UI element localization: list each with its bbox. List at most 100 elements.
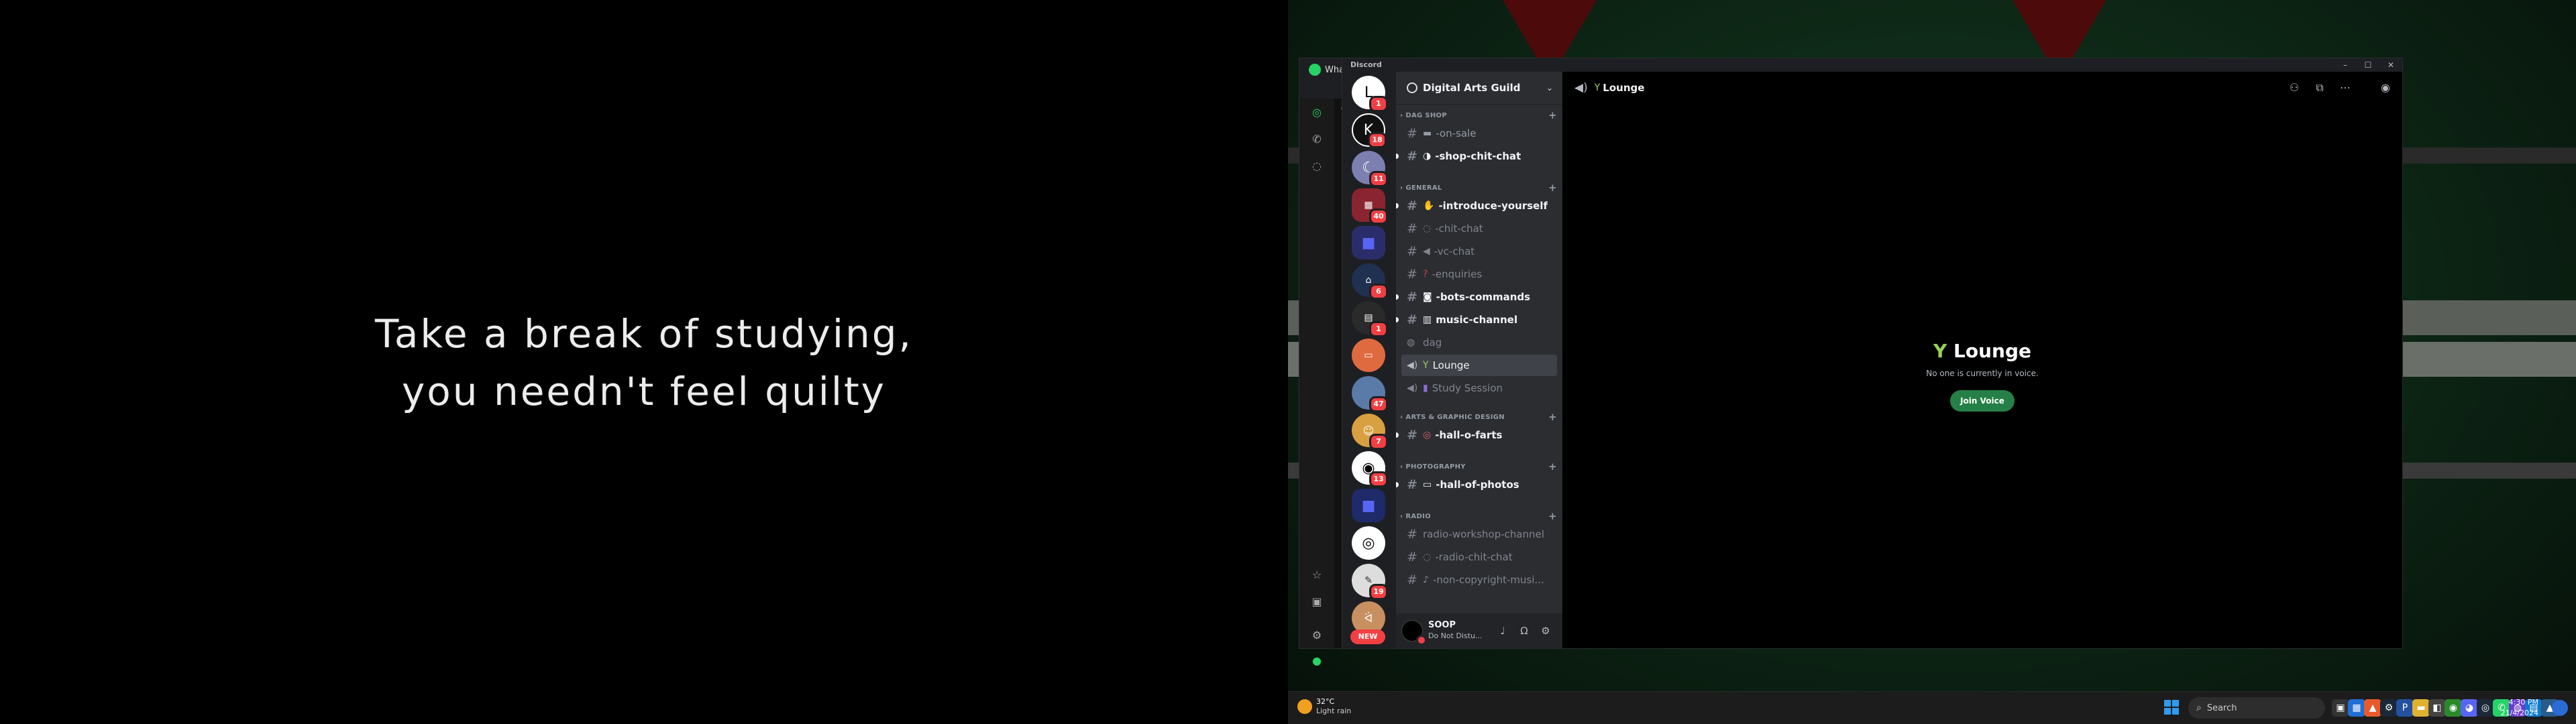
channel-music-channel[interactable]: # ▥ music-channel <box>1396 309 1557 330</box>
add-channel-icon[interactable]: + <box>1548 461 1557 473</box>
channel-label: -enquiries <box>1432 268 1483 280</box>
popout-icon[interactable]: ⧉ <box>2312 80 2327 95</box>
chat-icon[interactable]: ◉ <box>2378 80 2393 95</box>
date: 21/4/2024 <box>2500 709 2538 717</box>
channel-radio-workshop[interactable]: # radio-workshop-channel <box>1401 524 1557 545</box>
chevron-down-icon[interactable]: ⌄ <box>1546 83 1553 93</box>
server-icon[interactable]: K 18 <box>1352 113 1387 148</box>
add-channel-icon[interactable]: + <box>1548 182 1557 194</box>
channel-introduce-yourself[interactable]: # ✋ -introduce-yourself <box>1396 195 1557 217</box>
quote-line-2: you needn't feel quilty <box>401 369 887 414</box>
channel-dag[interactable]: ◍ dag <box>1401 332 1557 353</box>
channel-on-sale[interactable]: # ▬ -on-sale <box>1401 123 1557 144</box>
invite-user-icon[interactable]: ⚇ <box>2287 80 2302 95</box>
taskbar: 32°C Light rain ⌕ Search ▣ ▦ ▲ ⚙ P ▬ ◧ ◉… <box>1288 691 2576 724</box>
server-folder-icon[interactable]: ▦ 40 <box>1352 188 1388 225</box>
server-badge: 47 <box>1369 396 1388 412</box>
app-icon[interactable]: ◧ <box>2428 699 2446 717</box>
category-radio[interactable]: › RADIO + <box>1400 510 1557 522</box>
right-monitor-desktop: WhatsApp ◎ ✆ ◌ ☆ ▣ ⚙ ● C Discord <box>1288 0 2576 724</box>
server-badge: 19 <box>1369 584 1388 600</box>
channel-non-copyright-music[interactable]: # ♪ -non-copyright-musi... <box>1401 569 1557 591</box>
unread-indicator <box>1396 203 1399 208</box>
discord-icon[interactable]: ◕ <box>2461 699 2478 717</box>
speech-emoji-icon: ◌ <box>1423 552 1432 562</box>
chrome-icon[interactable]: ◉ <box>2445 699 2462 717</box>
channel-label: -on-sale <box>1436 127 1477 139</box>
starred-icon[interactable]: ☆ <box>1309 568 1324 583</box>
settings-gear-icon[interactable]: ⚙ <box>1538 623 1553 638</box>
join-voice-button[interactable]: Join Voice <box>1950 390 2015 412</box>
server-folder-icon[interactable]: ■ <box>1352 489 1385 522</box>
category-dag-shop[interactable]: › DAG SHOP + <box>1400 109 1557 121</box>
add-channel-icon[interactable]: + <box>1548 510 1557 522</box>
settings-icon[interactable]: ⚙ <box>1309 628 1324 643</box>
weather-widget[interactable]: 32°C Light rain <box>1297 697 1351 716</box>
widgets-icon[interactable]: ▦ <box>2348 699 2365 717</box>
more-icon[interactable]: ⋯ <box>2338 80 2353 95</box>
notification-icon[interactable] <box>2552 700 2568 716</box>
voice-empty-state: Y Lounge No one is currently in voice. J… <box>1562 340 2402 412</box>
question-emoji-icon: ? <box>1423 269 1428 280</box>
steam-icon[interactable]: ◎ <box>2477 699 2494 717</box>
close-icon[interactable]: ✕ <box>2379 58 2402 72</box>
server-icon[interactable]: ◉ 13 <box>1352 451 1388 487</box>
headphones-icon[interactable]: Ω <box>1517 623 1532 638</box>
category-general[interactable]: › GENERAL + <box>1400 182 1557 194</box>
channel-vc-chat[interactable]: # ◀ -vc-chat <box>1401 241 1557 262</box>
profile-icon[interactable]: ● <box>1309 654 1324 668</box>
voice-channel-study-session[interactable]: ◀) ▮ Study Session <box>1401 377 1557 399</box>
server-icon[interactable]: L1 <box>1352 76 1388 112</box>
microphone-icon[interactable]: ♩ <box>1495 623 1510 638</box>
brave-icon[interactable]: ▲ <box>2364 699 2381 717</box>
server-icon[interactable]: ⌂ 6 <box>1352 263 1388 300</box>
server-badge: 1 <box>1369 321 1388 337</box>
minimize-icon[interactable]: – <box>2334 58 2357 72</box>
maximize-icon[interactable]: ☐ <box>2357 58 2379 72</box>
chevron-icon: › <box>1400 463 1403 471</box>
speaker-icon: ◀) <box>1407 383 1418 394</box>
server-icon[interactable]: ▭ <box>1352 339 1385 372</box>
app-icon[interactable]: P <box>2396 699 2414 717</box>
server-badge: 18 <box>1368 132 1387 148</box>
taskbar-search[interactable]: ⌕ Search <box>2188 697 2325 719</box>
category-photography[interactable]: › PHOTOGRAPHY + <box>1400 461 1557 473</box>
server-icon[interactable]: ☺ 7 <box>1352 414 1388 450</box>
username[interactable]: SOOP <box>1428 620 1456 630</box>
server-icon[interactable]: ☾ 11 <box>1352 151 1388 187</box>
new-servers-pill[interactable]: NEW <box>1350 629 1385 644</box>
steam-icon[interactable]: ⚙ <box>2380 699 2398 717</box>
discord-window[interactable]: Discord – ☐ ✕ L1 K 18 ☾ 11 ▦ 40 ■ ⌂ 6 ▤ 1 ▭ 4… <box>1342 58 2403 649</box>
task-view-icon[interactable]: ▣ <box>2332 699 2349 717</box>
voice-title: Y Lounge <box>1562 340 2402 362</box>
server-icon[interactable]: ✎ 19 <box>1352 564 1388 600</box>
channel-enquiries[interactable]: #? -enquiries <box>1401 263 1557 285</box>
unread-indicator <box>1396 294 1399 300</box>
channel-bots-commands[interactable]: # ◙ -bots-commands <box>1396 286 1557 308</box>
clock[interactable]: 4:30 PM 21/4/2024 <box>2501 697 2538 719</box>
channel-chit-chat[interactable]: # ◌ -chit-chat <box>1401 218 1557 239</box>
server-folder-icon[interactable]: ■ <box>1352 226 1385 259</box>
chats-icon[interactable]: ◎ <box>1309 105 1324 120</box>
archive-icon[interactable]: ▣ <box>1309 595 1324 609</box>
channel-radio-chit-chat[interactable]: # ◌ -radio-chit-chat <box>1401 546 1557 568</box>
unread-indicator <box>1396 482 1399 487</box>
voice-channel-lounge[interactable]: ◀) Y Lounge <box>1401 355 1557 376</box>
hash-icon: # <box>1407 477 1417 492</box>
guild-header[interactable]: Digital Arts Guild ⌄ <box>1396 72 1562 105</box>
whatsapp-rail: ◎ ✆ ◌ ☆ ▣ ⚙ ● <box>1299 99 1334 667</box>
whatsapp-icon <box>1309 64 1321 76</box>
channel-hall-of-photos[interactable]: # ▭ -hall-of-photos <box>1396 474 1557 495</box>
calls-icon[interactable]: ✆ <box>1309 132 1324 147</box>
channel-shop-chit-chat[interactable]: # ◑ -shop-chit-chat <box>1396 145 1557 167</box>
server-icon[interactable]: ◎ <box>1352 526 1385 560</box>
server-icon[interactable]: 47 <box>1352 376 1388 412</box>
start-button[interactable] <box>2164 700 2179 715</box>
category-arts[interactable]: › ARTS & GRAPHIC DESIGN + <box>1400 411 1557 423</box>
add-channel-icon[interactable]: + <box>1548 109 1557 121</box>
add-channel-icon[interactable]: + <box>1548 411 1557 423</box>
status-icon[interactable]: ◌ <box>1309 159 1324 174</box>
file-explorer-icon[interactable]: ▬ <box>2412 699 2430 717</box>
channel-hall-o-farts[interactable]: # ◎ -hall-o-farts <box>1396 424 1557 446</box>
server-icon[interactable]: ▤ 1 <box>1352 301 1388 337</box>
